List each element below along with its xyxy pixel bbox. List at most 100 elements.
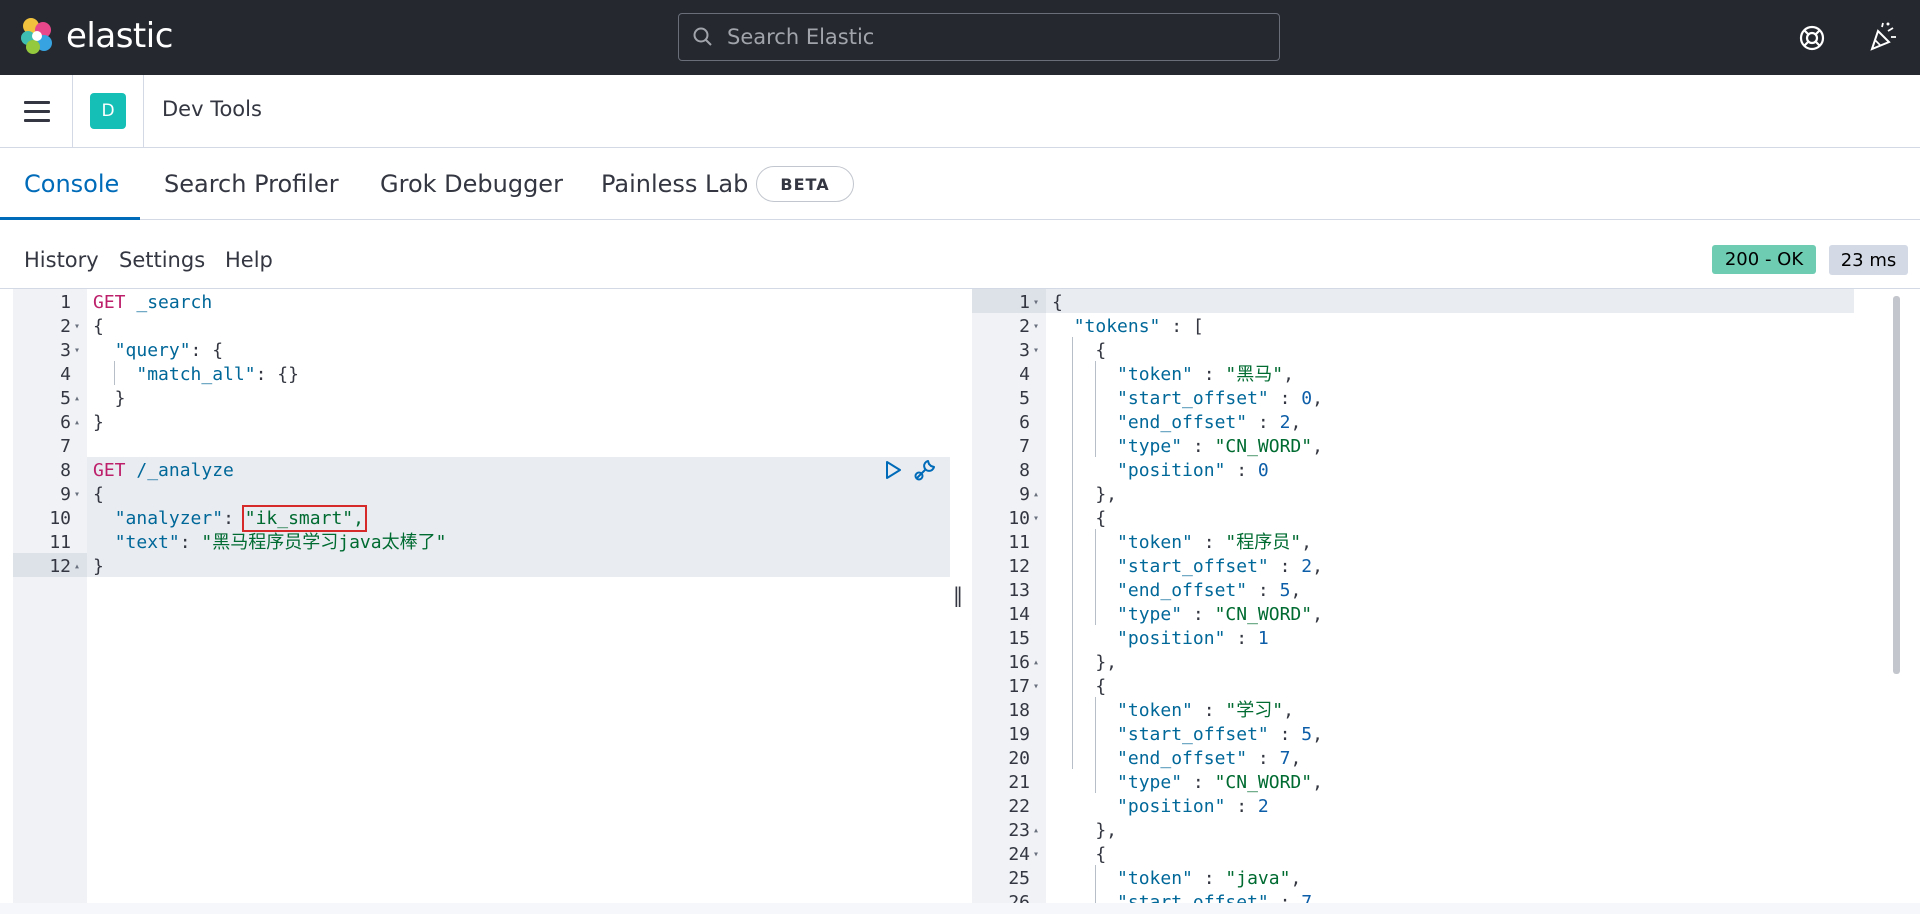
- code-token: "学习": [1225, 700, 1284, 721]
- send-request-icon[interactable]: [883, 459, 903, 481]
- tab-grok-debugger[interactable]: Grok Debugger: [380, 166, 563, 202]
- global-search[interactable]: [678, 13, 1280, 61]
- code-text: {: [1052, 339, 1106, 363]
- menu-toggle-icon[interactable]: [24, 101, 50, 123]
- code-text: {: [93, 315, 104, 339]
- beta-badge: BETA: [756, 166, 854, 202]
- tab-painless-lab[interactable]: Painless Lab: [601, 166, 748, 202]
- fold-collapse-icon[interactable]: ▾: [1033, 315, 1039, 339]
- line-number: 12: [1008, 556, 1030, 577]
- line-number: 21: [1008, 772, 1030, 793]
- code-text: "match_all": {}: [93, 363, 299, 387]
- request-editor[interactable]: 1 GET _search 2 ▾{3 ▾ "query": {4 "match_all…: [13, 289, 950, 903]
- space-selector-avatar[interactable]: D: [90, 93, 126, 129]
- code-token: {: [1052, 508, 1107, 529]
- code-line: 25 "token" : "java",: [972, 867, 1906, 891]
- code-token: :: [1192, 364, 1226, 385]
- line-number: 1: [60, 292, 71, 313]
- code-text: "position" : 0: [1052, 459, 1269, 483]
- response-editor: 1 ▾{2 ▾ "tokens" : [3 ▾ {4 "token" : "黑马", 5…: [972, 289, 1906, 903]
- code-token: _search: [125, 292, 213, 313]
- code-token: ,: [1290, 868, 1302, 889]
- code-text: "token" : "学习",: [1052, 699, 1294, 723]
- line-number: 13: [1008, 580, 1030, 601]
- fold-collapse-icon[interactable]: ▾: [74, 315, 80, 339]
- code-line: 9 ▴ },: [972, 483, 1906, 507]
- help-link[interactable]: Help: [225, 248, 273, 272]
- bottom-strip: [0, 903, 1920, 914]
- code-token: "position": [1117, 796, 1226, 817]
- fold-expand-icon[interactable]: ▴: [1033, 483, 1039, 507]
- code-token: ,: [1301, 532, 1312, 553]
- fold-collapse-icon[interactable]: ▾: [74, 339, 80, 363]
- fold-expand-icon[interactable]: ▴: [74, 555, 80, 579]
- code-line: 1 GET _search: [13, 291, 950, 315]
- code-line: 12 "start_offset" : 2,: [972, 555, 1906, 579]
- code-token: "type": [1117, 436, 1183, 457]
- code-token: :: [1225, 628, 1258, 649]
- fold-collapse-icon[interactable]: ▾: [74, 483, 80, 507]
- code-token: 2: [1257, 796, 1269, 817]
- fold-expand-icon[interactable]: ▴: [1033, 651, 1039, 675]
- code-token: "CN_WORD": [1214, 436, 1313, 457]
- line-number: 25: [1008, 868, 1030, 889]
- line-number: 9: [1019, 484, 1030, 505]
- line-number: 16: [1008, 652, 1030, 673]
- code-token: "position": [1117, 460, 1226, 481]
- help-icon[interactable]: [1796, 22, 1828, 54]
- code-line: 5 "start_offset" : 0,: [972, 387, 1906, 411]
- history-link[interactable]: History: [24, 248, 99, 272]
- code-token: 1: [1257, 628, 1269, 649]
- line-number: 4: [60, 364, 71, 385]
- code-token: :: [1268, 556, 1302, 577]
- fold-collapse-icon[interactable]: ▾: [1033, 507, 1039, 531]
- line-number: 19: [1008, 724, 1030, 745]
- tab-search-profiler[interactable]: Search Profiler: [164, 166, 339, 202]
- code-token: "token": [1117, 700, 1193, 721]
- code-token: "java": [1225, 868, 1291, 889]
- app-header: D Dev Tools: [0, 75, 1920, 148]
- line-number: 6: [1019, 412, 1030, 433]
- code-line: 20 "end_offset" : 7,: [972, 747, 1906, 771]
- line-number: 9: [60, 484, 71, 505]
- fold-collapse-icon[interactable]: ▾: [1033, 291, 1039, 315]
- code-token: "start_offset": [1117, 556, 1269, 577]
- code-token: :: [1192, 700, 1226, 721]
- response-time-badge: 23 ms: [1829, 245, 1908, 275]
- code-text: "position" : 1: [1052, 627, 1269, 651]
- newsfeed-icon[interactable]: [1866, 20, 1900, 54]
- settings-link[interactable]: Settings: [119, 248, 205, 272]
- code-text: {: [1052, 507, 1106, 531]
- elastic-home-link[interactable]: elastic: [16, 16, 173, 56]
- code-token: 2: [1279, 412, 1291, 433]
- code-line: 23 ▴ },: [972, 819, 1906, 843]
- pane-resize-handle[interactable]: ‖: [953, 583, 963, 607]
- fold-expand-icon[interactable]: ▴: [74, 411, 80, 435]
- code-text: {: [1052, 843, 1106, 867]
- code-token: : {: [190, 340, 224, 361]
- code-token: "token": [1117, 868, 1193, 889]
- code-token: {: [1052, 292, 1063, 313]
- code-text: "type" : "CN_WORD",: [1052, 771, 1323, 795]
- tab-console[interactable]: Console: [24, 166, 119, 202]
- response-scrollbar[interactable]: [1893, 296, 1900, 674]
- global-search-input[interactable]: [727, 25, 1267, 49]
- code-token: ,: [1283, 700, 1294, 721]
- fold-collapse-icon[interactable]: ▾: [1033, 843, 1039, 867]
- code-line: 18 "token" : "学习",: [972, 699, 1906, 723]
- fold-collapse-icon[interactable]: ▾: [1033, 339, 1039, 363]
- code-token: },: [1052, 820, 1118, 841]
- line-number: 18: [1008, 700, 1030, 721]
- fold-expand-icon[interactable]: ▴: [1033, 819, 1039, 843]
- line-number: 23: [1008, 820, 1030, 841]
- fold-collapse-icon[interactable]: ▾: [1033, 675, 1039, 699]
- code-token: {: [93, 316, 104, 337]
- wrench-icon[interactable]: [912, 457, 938, 483]
- code-text: GET /_analyze: [93, 459, 234, 483]
- fold-expand-icon[interactable]: ▴: [74, 387, 80, 411]
- code-token: ,: [1312, 436, 1323, 457]
